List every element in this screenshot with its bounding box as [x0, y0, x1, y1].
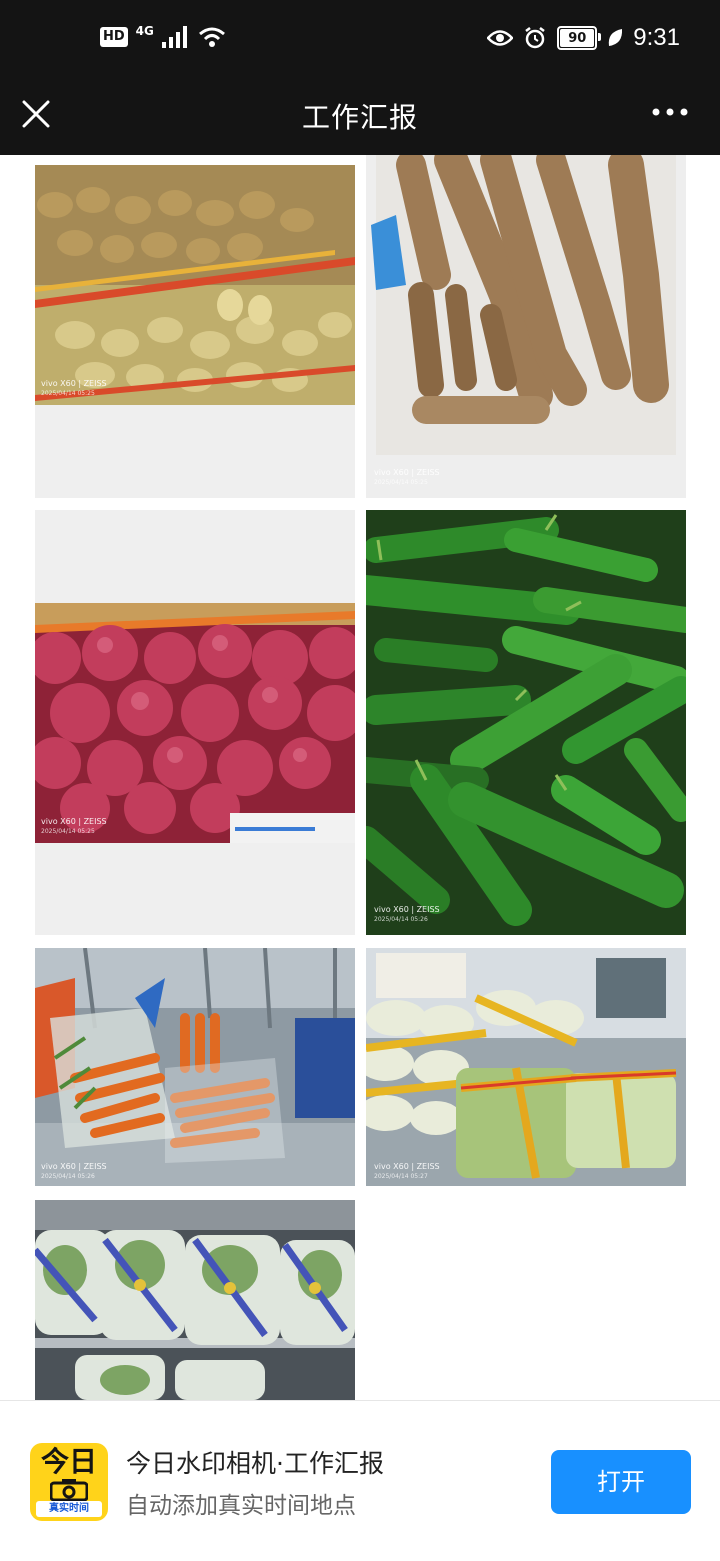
photo-watermark: vivo X60 | ZEISS 2025/04/14 05:25 [41, 817, 107, 835]
hd-badge: HD [100, 27, 128, 47]
photo-watermark: vivo X60 | ZEISS 2025/04/14 05:25 [374, 468, 440, 486]
banner-subtitle: 自动添加真实时间地点 [126, 1493, 356, 1519]
napa-cabbage-image [366, 948, 686, 1186]
photo-potatoes[interactable]: vivo X60 | ZEISS 2025/04/14 05:25 [35, 165, 355, 498]
status-left: HD 4G [100, 24, 226, 48]
photo-onions[interactable]: vivo X60 | ZEISS 2025/04/14 05:25 [35, 510, 355, 935]
photo-carrots[interactable]: vivo X60 | ZEISS 2025/04/14 05:26 [35, 948, 355, 1186]
green-peppers-image [366, 510, 686, 935]
bok-choy-image [35, 1200, 355, 1400]
page-title: 工作汇报 [301, 101, 418, 134]
yams-image [366, 155, 686, 498]
network-type: 4G [135, 24, 154, 38]
open-button[interactable]: 打开 [551, 1450, 691, 1514]
potatoes-image [35, 165, 355, 405]
battery-icon: 90 [557, 26, 602, 50]
photo-grid: vivo X60 | ZEISS 2025/04/14 05:25 vivo X6… [0, 155, 720, 1400]
status-right: 90 9:31 [487, 24, 680, 52]
leaf-icon [609, 29, 623, 46]
app-promo-banner: 今日 真实时间 今日水印相机·工作汇报 自动添加真实时间地点 打开 [0, 1400, 720, 1561]
carrots-image [35, 948, 355, 1186]
more-icon[interactable] [650, 102, 690, 122]
photo-yams[interactable]: vivo X60 | ZEISS 2025/04/14 05:25 [366, 155, 686, 498]
photo-bok-choy[interactable] [35, 1200, 355, 1400]
photo-napa-cabbage[interactable]: vivo X60 | ZEISS 2025/04/14 05:27 [366, 948, 686, 1186]
banner-title: 今日水印相机·工作汇报 [126, 1449, 384, 1478]
alarm-icon [525, 27, 546, 49]
logo-caption: 真实时间 [36, 1501, 102, 1517]
camera-icon [50, 1479, 88, 1501]
battery-level: 90 [568, 30, 587, 46]
nav-bar: 工作汇报 [0, 84, 720, 155]
status-bar: HD 4G 90 9:31 [0, 0, 720, 84]
photo-watermark: vivo X60 | ZEISS 2025/04/14 05:26 [41, 1162, 107, 1180]
signal-icon [161, 26, 187, 48]
logo-text: 今日 [40, 1445, 97, 1478]
onions-image [35, 603, 355, 843]
photo-watermark: vivo X60 | ZEISS 2025/04/14 05:26 [374, 905, 440, 923]
eye-icon [487, 30, 514, 46]
photo-watermark: vivo X60 | ZEISS 2025/04/14 05:25 [41, 379, 107, 397]
photo-watermark: vivo X60 | ZEISS 2025/04/14 05:27 [374, 1162, 440, 1180]
photo-green-peppers[interactable]: vivo X60 | ZEISS 2025/04/14 05:26 [366, 510, 686, 935]
clock: 9:31 [633, 24, 680, 51]
wifi-icon [198, 27, 225, 47]
app-logo: 今日 真实时间 [30, 1443, 108, 1521]
